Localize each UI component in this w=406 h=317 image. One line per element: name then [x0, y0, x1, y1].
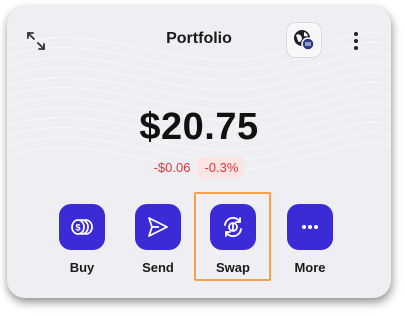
change-percent-badge: -0.3%: [198, 157, 245, 178]
swap-icon-button[interactable]: [210, 204, 256, 250]
action-buttons: $ Buy Send Swap More: [7, 204, 391, 284]
buy-label: Buy: [69, 260, 95, 275]
more-icon-button[interactable]: [287, 204, 333, 250]
balance-amount: $20.75: [139, 106, 259, 148]
change-absolute: -$0.06: [153, 160, 191, 175]
kebab-menu-icon[interactable]: [348, 30, 364, 52]
svg-text:$: $: [75, 223, 80, 233]
send-button[interactable]: Send: [134, 204, 182, 275]
more-label: More: [294, 260, 326, 275]
coins-icon: $: [71, 219, 93, 235]
network-selector-button[interactable]: [286, 22, 322, 58]
swap-button[interactable]: Swap: [209, 204, 257, 275]
portfolio-card: Portfolio $20.75 -$0.06 -0.3% $ Buy Send…: [7, 6, 391, 298]
more-button[interactable]: More: [286, 204, 334, 275]
send-icon-button[interactable]: [135, 204, 181, 250]
page-title: Portfolio: [166, 30, 232, 47]
header: Portfolio: [7, 6, 391, 74]
swap-icon: [224, 216, 242, 238]
more-dots-icon: [302, 225, 318, 229]
buy-icon-button[interactable]: $: [59, 204, 105, 250]
send-label: Send: [142, 260, 174, 275]
buy-button[interactable]: $ Buy: [58, 204, 106, 275]
paper-plane-icon: [148, 217, 168, 237]
swap-label: Swap: [216, 260, 250, 275]
balance-change: -$0.06 -0.3%: [7, 157, 391, 178]
globe-network-icon: [294, 30, 315, 51]
